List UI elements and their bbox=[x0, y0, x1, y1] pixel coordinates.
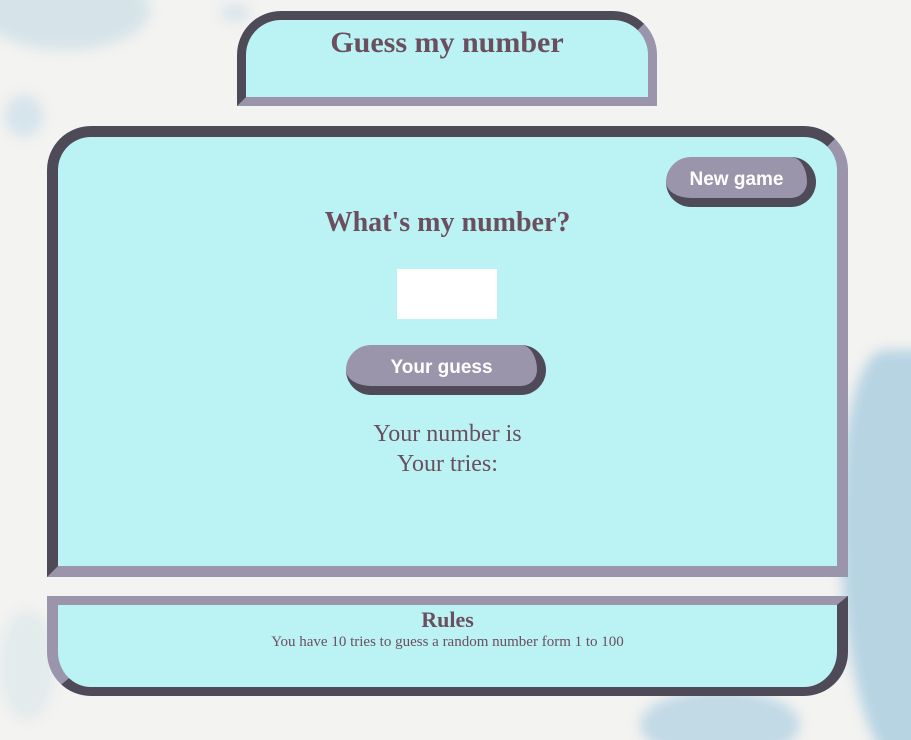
number-status-text: Your number is bbox=[373, 421, 522, 447]
background-wash bbox=[5, 95, 43, 137]
rules-text: You have 10 tries to guess a random numb… bbox=[271, 634, 624, 650]
tries-status-text: Your tries: bbox=[397, 451, 498, 477]
header-panel: Guess my number bbox=[237, 11, 657, 106]
rules-title: Rules bbox=[421, 607, 474, 632]
game-panel: New game What's my number? Your guess Yo… bbox=[47, 126, 848, 577]
background-wash bbox=[0, 0, 150, 50]
background-wash bbox=[640, 690, 800, 740]
background-wash bbox=[840, 350, 911, 740]
guess-input[interactable] bbox=[397, 269, 497, 319]
new-game-button[interactable]: New game bbox=[666, 157, 816, 207]
rules-panel: Rules You have 10 tries to guess a rando… bbox=[47, 596, 848, 696]
app-title: Guess my number bbox=[330, 26, 564, 59]
question-heading: What's my number? bbox=[324, 207, 571, 238]
your-guess-button[interactable]: Your guess bbox=[346, 345, 546, 395]
